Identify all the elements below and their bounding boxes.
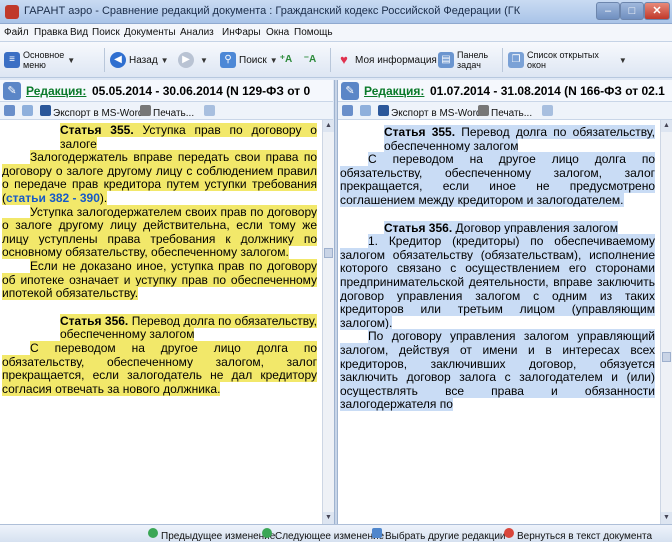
menu-help[interactable]: Помощь — [294, 27, 333, 38]
return-to-document-button[interactable]: Вернуться в текст документа — [504, 528, 652, 542]
previous-change-button[interactable]: Предыдущее изменение — [148, 528, 275, 542]
search-button[interactable]: ⚲ Поиск ▼ — [220, 45, 278, 75]
left-export-word-button[interactable]: Экспорт в MS-Word — [40, 105, 143, 119]
right-pane-toolbar: Экспорт в MS-Word Печать... — [338, 102, 672, 120]
left-edition-dates: 05.05.2014 - 30.06.2014 (N 129-ФЗ от 0 — [92, 84, 311, 98]
chevron-down-icon: ▼ — [67, 55, 76, 65]
return-icon — [504, 528, 514, 538]
menu-infars[interactable]: ИнФары — [222, 27, 261, 38]
right-print-button[interactable]: Печать... — [478, 105, 532, 119]
main-toolbar: ≡ Основное меню ▼ ◀ Назад ▼ ▶ ▼ ⚲ Поиск ▼… — [0, 42, 672, 78]
search-icon: ⚲ — [220, 52, 236, 68]
task-panel-icon: ▤ — [438, 52, 454, 68]
left-paragraph: Если не доказано иное, уступка прав по д… — [2, 258, 317, 301]
word-icon — [40, 105, 51, 116]
right-scrollbar[interactable]: ▲ ▼ — [660, 120, 672, 524]
printer-icon — [140, 105, 151, 116]
window-title: ГАРАНТ аэро - Сравнение редакций докумен… — [24, 5, 524, 17]
open-windows-list-button[interactable]: ❐ Список открытых окон ▼ — [508, 45, 627, 75]
save-icon[interactable] — [4, 105, 17, 117]
forward-button[interactable]: ▶ ▼ — [178, 45, 208, 75]
menu-file[interactable]: Файл — [4, 27, 29, 38]
right-edition-header: ✎ Редакция: 01.07.2014 - 31.08.2014 (N 1… — [338, 80, 672, 102]
right-article-355-heading: Статья 355. Перевод долга по обязательст… — [384, 125, 655, 153]
left-paragraph: Залогодержатель вправе передать свои пра… — [2, 150, 317, 205]
chevron-down-icon: ▼ — [200, 55, 208, 65]
right-scroll-thumb[interactable] — [662, 352, 671, 362]
menu-analysis[interactable]: Анализ — [180, 27, 214, 38]
left-paragraph: Уступка залогодержателем своих прав по д… — [2, 204, 317, 260]
main-menu-button[interactable]: ≡ Основное меню ▼ — [4, 45, 75, 75]
left-paragraph: С переводом на другое лицо долга по обяз… — [2, 340, 317, 396]
back-button[interactable]: ◀ Назад ▼ — [110, 45, 169, 75]
articles-382-390-link[interactable]: статьи 382 - 390 — [6, 191, 100, 205]
right-paragraph: С переводом на другое лицо долга по обяз… — [340, 152, 655, 207]
right-paragraph: По договору управления залогом управляющ… — [340, 329, 655, 412]
document-edition-icon: ✎ — [3, 82, 21, 100]
maximize-button[interactable]: □ — [620, 2, 644, 20]
forward-arrow-icon: ▶ — [178, 52, 194, 68]
menu-view[interactable]: Вид — [70, 27, 88, 38]
right-edition-link[interactable]: Редакция: — [364, 84, 424, 98]
editions-icon — [372, 528, 382, 538]
right-extra-icon[interactable] — [542, 105, 555, 117]
previous-change-icon — [148, 528, 158, 538]
left-document-text: Статья 355. Уступка прав по договору о з… — [0, 120, 322, 524]
back-arrow-icon: ◀ — [110, 52, 126, 68]
title-bar: ГАРАНТ аэро - Сравнение редакций докумен… — [0, 0, 672, 24]
font-decrease-button[interactable]: ⁻A — [302, 45, 321, 75]
document-edition-icon: ✎ — [341, 82, 359, 100]
close-button[interactable]: ✕ — [644, 2, 670, 20]
left-edition-link[interactable]: Редакция: — [26, 84, 86, 98]
save-icon[interactable] — [342, 105, 355, 117]
my-information-button[interactable]: ♥ Моя информация ▼ — [336, 45, 448, 75]
heart-icon: ♥ — [340, 52, 348, 67]
left-print-button[interactable]: Печать... — [140, 105, 194, 119]
chevron-down-icon: ▼ — [160, 55, 169, 65]
right-edition-dates: 01.07.2014 - 31.08.2014 (N 166-ФЗ от 02.… — [430, 84, 665, 98]
right-document-text: Статья 355. Перевод долга по обязательст… — [338, 120, 660, 524]
scroll-down-icon[interactable]: ▼ — [661, 512, 672, 524]
task-panel-button[interactable]: ▤ Панель задач — [438, 45, 488, 75]
scroll-up-icon[interactable]: ▲ — [661, 120, 672, 132]
printer-icon — [478, 105, 489, 116]
next-change-icon — [262, 528, 272, 538]
right-paragraph: 1. Кредитор (кредиторы) по обеспечиваемо… — [340, 234, 655, 330]
menu-bar: Файл Правка Вид Поиск Документы Анализ И… — [0, 24, 672, 42]
scroll-down-icon[interactable]: ▼ — [323, 512, 334, 524]
right-export-word-button[interactable]: Экспорт в MS-Word — [378, 105, 481, 119]
windows-list-icon: ❐ — [508, 52, 524, 68]
right-article-356-heading: Статья 356. Договор управления залогом — [384, 220, 618, 235]
left-pane-toolbar: Экспорт в MS-Word Печать... — [0, 102, 333, 120]
word-icon — [378, 105, 389, 116]
menu-windows[interactable]: Окна — [266, 27, 289, 38]
menu-search[interactable]: Поиск — [92, 27, 120, 38]
menu-edit[interactable]: Правка — [34, 27, 68, 38]
font-increase-button[interactable]: ⁺A — [278, 45, 297, 75]
left-scroll-thumb[interactable] — [324, 248, 333, 258]
chevron-down-icon: ▼ — [269, 55, 278, 65]
font-increase-icon: ⁺A — [279, 54, 293, 65]
left-article-355-heading: Статья 355. Уступка прав по договору о з… — [60, 123, 317, 151]
menu-documents[interactable]: Документы — [124, 27, 176, 38]
garant-app-icon — [5, 5, 19, 19]
minimize-button[interactable]: – — [596, 2, 620, 20]
main-menu-icon: ≡ — [4, 52, 20, 68]
mail-icon[interactable] — [22, 105, 35, 117]
chevron-down-icon: ▼ — [618, 55, 627, 65]
scroll-up-icon[interactable]: ▲ — [323, 120, 334, 132]
choose-editions-button[interactable]: Выбрать другие редакции — [372, 528, 506, 542]
left-extra-icon[interactable] — [204, 105, 217, 117]
left-article-356-heading: Статья 356. Перевод долга по обязательст… — [60, 313, 317, 342]
left-scrollbar[interactable]: ▲ ▼ — [322, 120, 334, 524]
font-decrease-icon: ⁻A — [303, 54, 317, 65]
next-change-button[interactable]: Следующее изменение — [262, 528, 384, 542]
left-edition-header: ✎ Редакция: 05.05.2014 - 30.06.2014 (N 1… — [0, 80, 333, 102]
changes-navigation-bar: Предыдущее изменение Следующее изменение… — [0, 524, 672, 542]
mail-icon[interactable] — [360, 105, 373, 117]
